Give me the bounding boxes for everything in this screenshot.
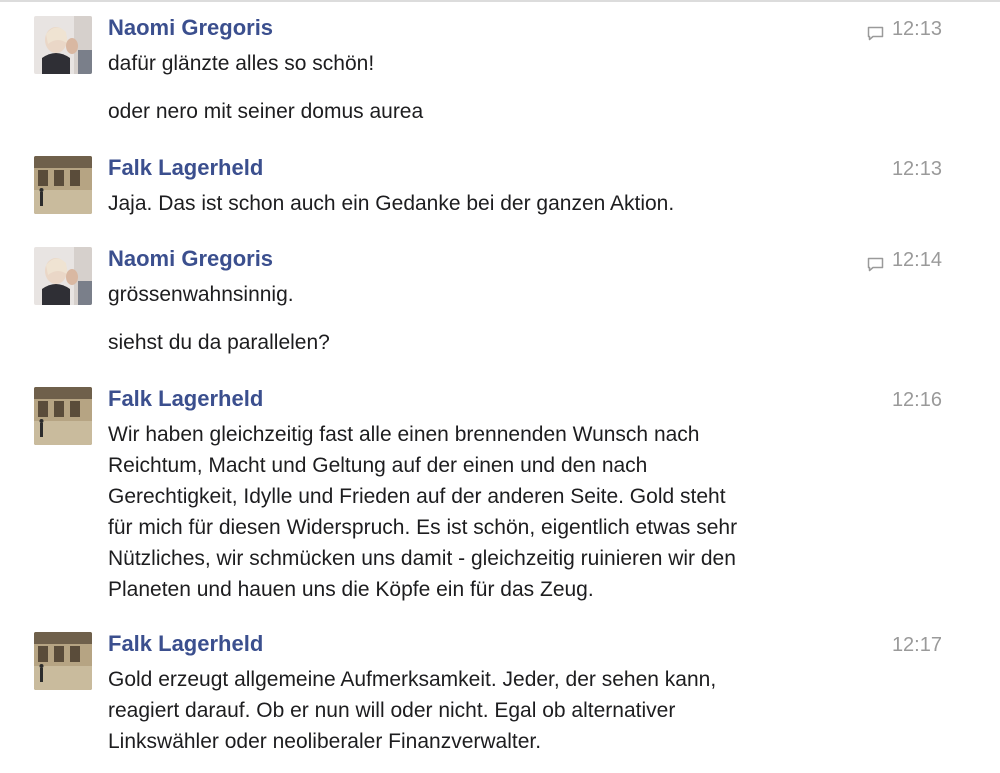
chat-message: Falk Lagerheld 12:17 Gold erzeugt allgem… [0, 629, 1000, 762]
comment-icon[interactable] [867, 253, 884, 271]
message-text-line: Nützliches, wir schmücken uns damit - gl… [108, 547, 736, 570]
author-name[interactable]: Falk Lagerheld [108, 153, 263, 183]
message-text: Jaja. Das ist schon auch ein Gedanke bei… [108, 192, 675, 215]
message-timestamp[interactable]: 12:16 [892, 387, 942, 413]
user-photo-avatar[interactable] [34, 16, 92, 74]
building-photo-avatar[interactable] [34, 387, 92, 445]
message-text-line: Gerechtigkeit, Idylle und Frieden auf de… [108, 485, 726, 508]
author-name[interactable]: Falk Lagerheld [108, 629, 263, 659]
top-divider [0, 0, 1000, 2]
building-photo-avatar[interactable] [34, 632, 92, 690]
time-label: 12:16 [891, 389, 942, 411]
message-timestamp[interactable]: 12:14 [867, 247, 942, 273]
chat-message: Naomi Gregoris 12:13 dafür glänzte alles… [0, 13, 1000, 126]
followup-message-text: siehst du da parallelen? [108, 331, 330, 354]
time-label: 12:13 [891, 18, 942, 40]
time-label: 12:17 [891, 634, 942, 656]
message-text-line: Reichtum, Macht und Geltung auf der eine… [108, 454, 648, 477]
comment-icon[interactable] [867, 22, 884, 40]
message-text-line: für mich für diesen Widerspruch. Es ist … [108, 516, 738, 539]
message-timestamp[interactable]: 12:13 [892, 156, 942, 182]
message-text-line: Gold erzeugt allgemeine Aufmerksamkeit. … [108, 668, 717, 691]
time-label: 12:13 [891, 158, 942, 180]
chat-message: Naomi Gregoris 12:14 grössenwahnsinnig. … [0, 244, 1000, 357]
building-photo-avatar[interactable] [34, 156, 92, 214]
author-name[interactable]: Falk Lagerheld [108, 384, 263, 414]
author-name[interactable]: Naomi Gregoris [108, 13, 273, 43]
author-name[interactable]: Naomi Gregoris [108, 244, 273, 274]
chat-message: Falk Lagerheld 12:13 Jaja. Das ist schon… [0, 153, 1000, 218]
followup-message-text: oder nero mit seiner domus aurea [108, 100, 424, 123]
message-text-line: reagiert darauf. Ob er nun will oder nic… [108, 699, 676, 722]
user-photo-avatar[interactable] [34, 247, 92, 305]
message-text: grössenwahnsinnig. [108, 283, 294, 306]
message-text-line: Wir haben gleichzeitig fast alle einen b… [108, 423, 700, 446]
message-text-line: Planeten und hauen uns die Köpfe ein für… [108, 578, 594, 601]
time-label: 12:14 [891, 249, 942, 271]
message-text-line: Linkswähler oder neoliberaler Finanzverw… [108, 730, 542, 753]
chat-message: Falk Lagerheld 12:16 Wir haben gleichzei… [0, 384, 1000, 607]
message-text: dafür glänzte alles so schön! [108, 52, 375, 75]
message-timestamp[interactable]: 12:17 [892, 632, 942, 658]
message-timestamp[interactable]: 12:13 [867, 16, 942, 42]
